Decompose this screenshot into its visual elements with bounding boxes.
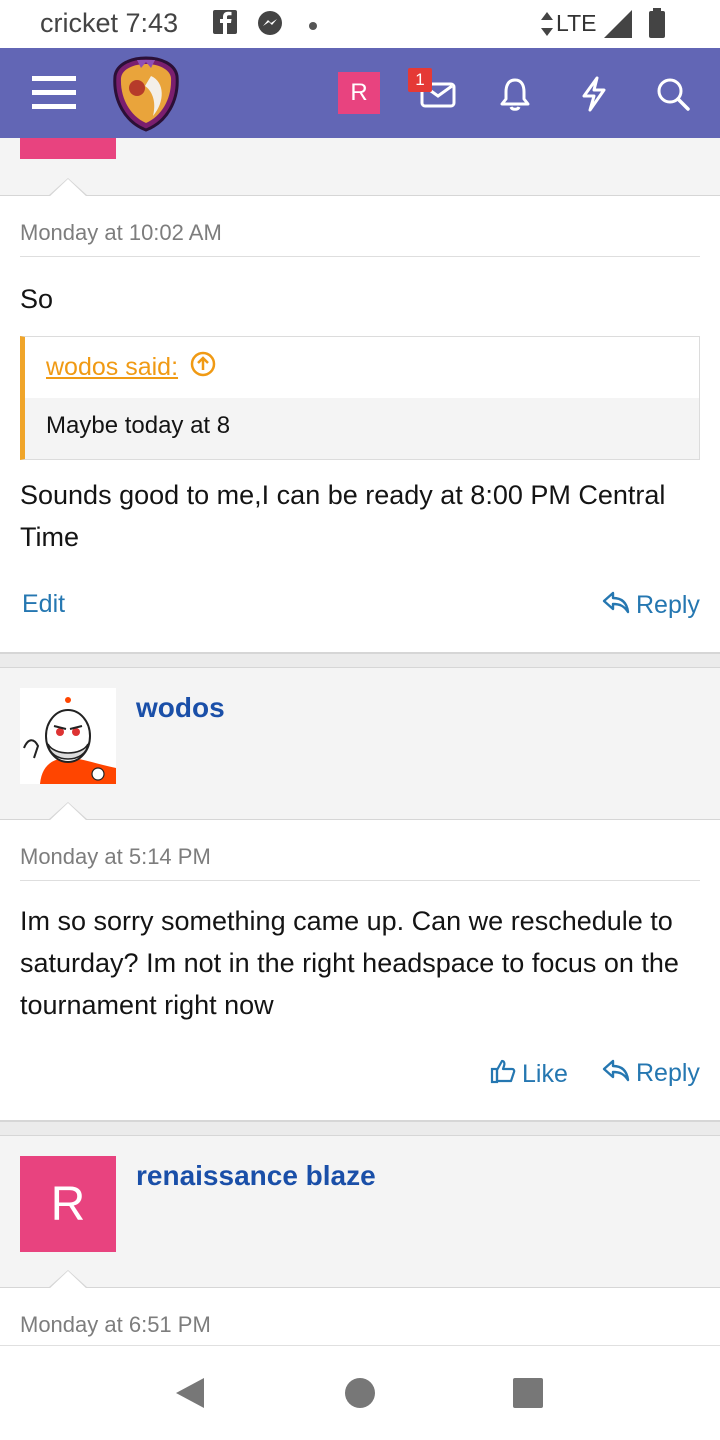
username-link[interactable]: wodos <box>136 692 225 724</box>
carrier-label: cricket <box>40 8 119 38</box>
like-label: Like <box>522 1060 568 1088</box>
status-bar: cricket 7:43 LTE <box>0 0 720 48</box>
avatar <box>20 138 116 159</box>
thumbs-up-icon <box>490 1058 516 1091</box>
quote-block: wodos said: Maybe today at 8 <box>20 336 700 460</box>
user-avatar-button[interactable]: R <box>338 72 380 114</box>
edit-button[interactable]: Edit <box>22 590 65 619</box>
clock: 7:43 <box>125 8 179 38</box>
post-text: Im so sorry something came up. Can we re… <box>20 906 679 1020</box>
site-logo[interactable] <box>110 56 182 132</box>
system-navigation-bar <box>0 1345 720 1440</box>
menu-icon[interactable] <box>30 72 78 114</box>
data-arrows-icon <box>540 12 554 41</box>
post-pointer <box>48 1270 88 1289</box>
username-link[interactable]: renaissance blaze <box>136 1160 376 1192</box>
quote-text: Maybe today at 8 <box>46 412 231 439</box>
forum-navbar: R 1 <box>0 48 720 138</box>
post-date[interactable]: Monday at 5:14 PM <box>20 844 211 870</box>
post-user-header: R renaissance blaze <box>0 1136 720 1288</box>
network-type: LTE <box>556 10 597 36</box>
post-separator <box>0 652 720 668</box>
facebook-icon <box>212 9 238 42</box>
inbox-badge: 1 <box>408 68 432 92</box>
lightning-icon[interactable] <box>576 74 612 114</box>
thread-content: Monday at 10:02 AM So wodos said: Maybe … <box>0 138 720 1345</box>
search-icon[interactable] <box>654 74 692 114</box>
post-user-header <box>0 138 720 196</box>
signal-icon <box>604 10 634 43</box>
post-pointer <box>48 178 88 197</box>
battery-icon <box>648 8 666 43</box>
like-button[interactable]: Like <box>490 1058 568 1091</box>
post-user-header: wodos <box>0 668 720 820</box>
divider <box>20 880 700 881</box>
reply-label: Reply <box>636 1059 700 1087</box>
post-text: So <box>20 284 54 314</box>
post-date[interactable]: Monday at 6:51 PM <box>20 1312 211 1338</box>
divider <box>20 256 700 257</box>
messenger-icon <box>256 9 284 42</box>
post-text: Sounds good to me,I can be ready at 8:00… <box>20 480 666 552</box>
quote-author-link[interactable]: wodos said: <box>46 353 178 382</box>
reply-icon <box>602 1058 630 1089</box>
avatar[interactable] <box>20 688 116 784</box>
reply-button[interactable]: Reply <box>602 1058 700 1089</box>
avatar[interactable]: R <box>20 1156 116 1252</box>
jump-up-icon[interactable] <box>190 351 216 384</box>
post-date[interactable]: Monday at 10:02 AM <box>20 220 222 246</box>
reply-icon <box>602 590 630 621</box>
status-carrier-time: cricket 7:43 <box>40 8 178 39</box>
post-pointer <box>48 802 88 821</box>
quote-body: Maybe today at 8 <box>25 398 699 459</box>
notification-dot-icon <box>308 18 318 36</box>
recents-icon[interactable] <box>512 1377 544 1414</box>
back-icon[interactable] <box>174 1376 206 1415</box>
reply-label: Reply <box>636 591 700 619</box>
post-separator <box>0 1120 720 1136</box>
quote-header[interactable]: wodos said: <box>46 351 216 384</box>
bell-icon[interactable] <box>496 74 534 114</box>
home-icon[interactable] <box>344 1377 376 1414</box>
edit-label: Edit <box>22 590 66 618</box>
reply-button[interactable]: Reply <box>602 590 700 621</box>
